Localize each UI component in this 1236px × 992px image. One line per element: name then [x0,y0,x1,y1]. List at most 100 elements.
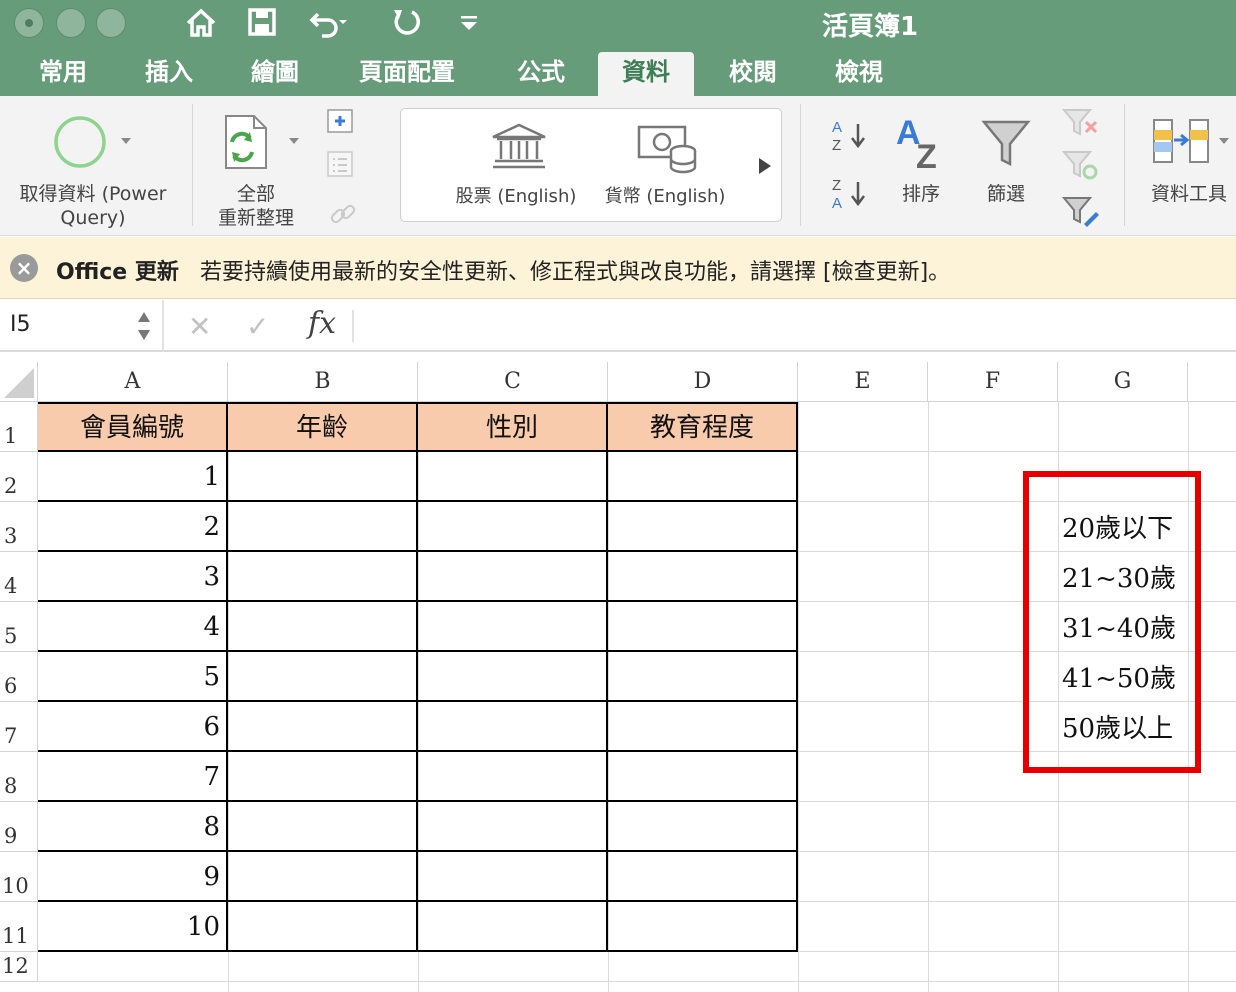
confirm-icon[interactable]: ✓ [246,310,269,343]
tab-formulas[interactable]: 公式 [500,52,582,96]
customize-toolbar-icon[interactable] [458,14,480,32]
get-data-button[interactable]: 取得資料 (Power Query) [0,96,186,236]
filter-button[interactable]: 篩選 [966,96,1046,236]
table-row-member-id[interactable]: 5 [38,652,228,702]
header-cell-education[interactable]: 教育程度 [608,402,798,452]
table-cell-age[interactable] [228,702,418,752]
table-cell-gender[interactable] [418,802,608,852]
table-row-member-id[interactable]: 3 [38,552,228,602]
table-cell-gender[interactable] [418,852,608,902]
column-header-e[interactable]: E [798,362,928,402]
tab-insert[interactable]: 插入 [128,52,210,96]
row-header-5[interactable]: 5 [0,602,38,652]
column-header-a[interactable]: A [38,362,228,402]
name-box[interactable]: I5 [10,312,31,337]
refresh-all-button[interactable]: 全部 重新整理 [196,96,316,236]
table-cell-education[interactable] [608,602,798,652]
table-cell-age[interactable] [228,902,418,952]
table-cell-education[interactable] [608,752,798,802]
table-cell-education[interactable] [608,702,798,752]
table-cell-age[interactable] [228,452,418,502]
column-header-g[interactable]: G [1058,362,1188,402]
row-header-4[interactable]: 4 [0,552,38,602]
table-cell-gender[interactable] [418,752,608,802]
table-cell-gender[interactable] [418,902,608,952]
table-cell-age[interactable] [228,752,418,802]
tab-page-layout[interactable]: 頁面配置 [344,52,470,96]
table-row-member-id[interactable]: 8 [38,802,228,852]
table-row-member-id[interactable]: 1 [38,452,228,502]
table-row-member-id[interactable]: 9 [38,852,228,902]
row-header-3[interactable]: 3 [0,502,38,552]
table-row-member-id[interactable]: 7 [38,752,228,802]
properties-icon[interactable] [326,150,354,178]
column-header-h[interactable] [1188,362,1236,402]
table-cell-gender[interactable] [418,452,608,502]
close-window-button[interactable] [14,8,44,38]
row-header-7[interactable]: 7 [0,702,38,752]
tab-data[interactable]: 資料 [598,52,694,96]
column-header-f[interactable]: F [928,362,1058,402]
tab-view[interactable]: 檢視 [818,52,900,96]
table-cell-gender[interactable] [418,502,608,552]
row-header-11[interactable]: 11 [0,902,38,952]
table-cell-education[interactable] [608,802,798,852]
maximize-window-button[interactable] [96,8,126,38]
column-header-d[interactable]: D [608,362,798,402]
currency-button[interactable]: 貨幣 (English) [597,109,733,221]
table-cell-gender[interactable] [418,552,608,602]
table-cell-gender[interactable] [418,702,608,752]
column-header-b[interactable]: B [228,362,418,402]
column-header-c[interactable]: C [418,362,608,402]
data-tools-button[interactable]: 資料工具 [1130,96,1236,236]
tab-home[interactable]: 常用 [22,52,104,96]
header-cell-age[interactable]: 年齡 [228,402,418,452]
undo-icon[interactable] [308,6,348,38]
table-row-member-id[interactable]: 6 [38,702,228,752]
table-cell-gender[interactable] [418,652,608,702]
table-cell-education[interactable] [608,902,798,952]
home-icon[interactable] [184,6,218,40]
table-cell-education[interactable] [608,452,798,502]
table-cell-age[interactable] [228,502,418,552]
table-cell-education[interactable] [608,852,798,902]
table-cell-age[interactable] [228,802,418,852]
row-header-10[interactable]: 10 [0,852,38,902]
table-cell-education[interactable] [608,652,798,702]
table-cell-education[interactable] [608,552,798,602]
row-header-8[interactable]: 8 [0,752,38,802]
minimize-window-button[interactable] [56,8,86,38]
edit-links-icon[interactable] [328,200,358,230]
name-box-stepper-icon[interactable] [136,308,152,344]
reapply-filter-icon[interactable] [1062,148,1100,182]
row-header-1[interactable]: 1 [0,402,38,452]
row-header-12[interactable]: 12 [0,952,38,982]
table-cell-age[interactable] [228,852,418,902]
stocks-button[interactable]: 股票 (English) [441,109,591,221]
header-cell-member-id[interactable]: 會員編號 [38,402,228,452]
row-header-6[interactable]: 6 [0,652,38,702]
cancel-icon[interactable]: ✕ [188,310,211,343]
save-icon[interactable] [246,6,278,38]
table-row-member-id[interactable]: 2 [38,502,228,552]
sort-z-a-icon[interactable]: ZA [830,176,870,212]
row-header-9[interactable]: 9 [0,802,38,852]
row-header-2[interactable]: 2 [0,452,38,502]
table-cell-education[interactable] [608,502,798,552]
tab-draw[interactable]: 繪圖 [234,52,316,96]
queries-connections-icon[interactable] [326,108,354,134]
header-cell-gender[interactable]: 性別 [418,402,608,452]
table-cell-age[interactable] [228,602,418,652]
redo-icon[interactable] [390,6,422,38]
clear-filter-icon[interactable] [1062,106,1100,138]
tab-review[interactable]: 校閱 [712,52,794,96]
sort-button[interactable]: AZ 排序 [886,96,956,236]
table-cell-age[interactable] [228,552,418,602]
sort-a-z-icon[interactable]: AZ [830,118,870,154]
table-cell-age[interactable] [228,652,418,702]
gallery-next-icon[interactable] [757,157,773,175]
advanced-filter-icon[interactable] [1062,194,1100,228]
select-all-corner[interactable] [0,362,38,402]
table-row-member-id[interactable]: 10 [38,902,228,952]
table-cell-gender[interactable] [418,602,608,652]
